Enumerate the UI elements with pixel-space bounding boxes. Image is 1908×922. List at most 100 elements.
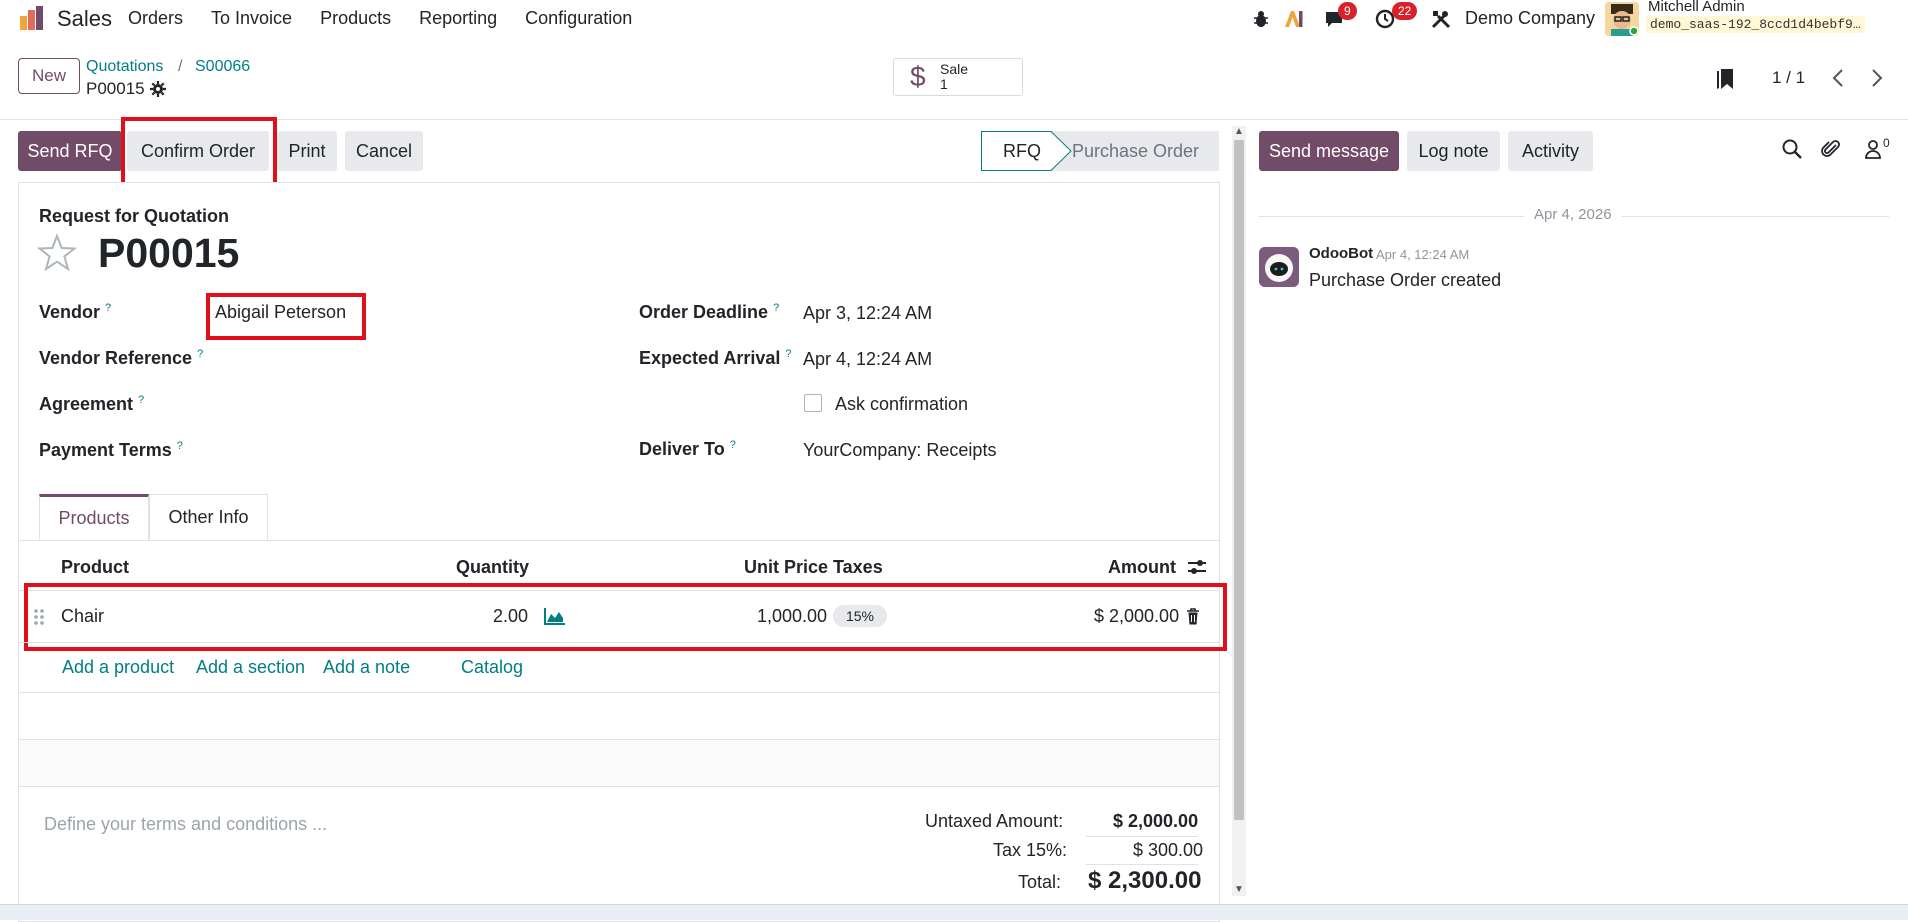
order-deadline-label: Order Deadline ?: [639, 302, 780, 322]
line-quantity[interactable]: 2.00: [493, 606, 528, 627]
help-icon[interactable]: ?: [105, 302, 111, 314]
menu-to-invoice[interactable]: To Invoice: [211, 8, 292, 29]
bug-icon[interactable]: [1250, 8, 1272, 30]
scroll-down-arrow[interactable]: ▼: [1234, 884, 1244, 895]
document-name: P00015: [98, 230, 240, 276]
date-separator: Apr 4, 2026: [1524, 206, 1622, 223]
chevron-left-icon: [1832, 69, 1843, 87]
ai-icon[interactable]: [1283, 8, 1305, 30]
deliver-to-field[interactable]: YourCompany: Receipts: [803, 440, 996, 461]
help-icon[interactable]: ?: [773, 302, 779, 314]
vendor-reference-label: Vendor Reference ?: [39, 348, 204, 368]
empty-row-divider: [19, 786, 1219, 787]
help-icon[interactable]: ?: [730, 439, 736, 451]
app-name[interactable]: Sales: [57, 6, 112, 32]
message-author[interactable]: OdooBot: [1309, 245, 1373, 262]
line-unit-price[interactable]: 1,000.00: [757, 606, 827, 627]
status-rfq[interactable]: RFQ: [1003, 141, 1041, 162]
breadcrumb-sale-order[interactable]: S00066: [195, 58, 250, 76]
empty-row: [19, 740, 1219, 786]
breadcrumb-quotations[interactable]: Quotations: [86, 58, 163, 76]
agreement-label: Agreement ?: [39, 394, 145, 414]
untaxed-amount-label: Untaxed Amount:: [925, 811, 1064, 831]
odoobot-avatar[interactable]: [1259, 247, 1299, 287]
tools-icon[interactable]: [1430, 8, 1452, 30]
menu-reporting[interactable]: Reporting: [419, 8, 497, 29]
forecast-chart-icon[interactable]: [544, 607, 566, 625]
add-product-link[interactable]: Add a product: [62, 657, 174, 678]
help-icon[interactable]: ?: [785, 348, 791, 360]
vendor-label: Vendor ?: [39, 302, 112, 322]
gear-icon[interactable]: [150, 81, 166, 97]
column-product[interactable]: Product: [61, 557, 129, 578]
catalog-link[interactable]: Catalog: [461, 657, 523, 678]
confirm-order-button[interactable]: Confirm Order: [127, 131, 269, 171]
scroll-up-arrow[interactable]: ▲: [1234, 126, 1244, 137]
user-avatar[interactable]: [1605, 2, 1639, 36]
breadcrumb-separator: /: [178, 58, 183, 75]
send-message-button[interactable]: Send message: [1259, 131, 1399, 171]
tax-label: Tax 15%:: [993, 840, 1068, 860]
top-navbar: Sales Orders To Invoice Products Reporti…: [0, 0, 1908, 38]
header-row-divider: [19, 590, 1219, 591]
expected-arrival-label: Expected Arrival ?: [639, 348, 792, 368]
paperclip-icon[interactable]: [1820, 138, 1842, 160]
sale-smart-button[interactable]: $ Sale 1: [893, 58, 1023, 96]
tab-products[interactable]: Products: [39, 494, 149, 540]
terms-and-conditions-field[interactable]: Define your terms and conditions ...: [44, 814, 327, 835]
messages-badge: 9: [1338, 2, 1357, 20]
trash-icon[interactable]: [1186, 608, 1200, 625]
add-note-link[interactable]: Add a note: [323, 657, 410, 678]
pager-value[interactable]: 1 / 1: [1772, 68, 1805, 88]
column-unit-price[interactable]: Unit Price: [744, 557, 828, 578]
activity-button[interactable]: Activity: [1508, 131, 1593, 171]
help-icon[interactable]: ?: [177, 440, 183, 452]
send-rfq-button[interactable]: Send RFQ: [18, 131, 122, 171]
new-button[interactable]: New: [18, 58, 80, 94]
help-icon[interactable]: ?: [138, 394, 144, 406]
tab-other-info[interactable]: Other Info: [149, 494, 268, 540]
menu-orders[interactable]: Orders: [128, 8, 183, 29]
chevron-right-icon: [1872, 69, 1883, 87]
add-section-link[interactable]: Add a section: [196, 657, 305, 678]
search-icon[interactable]: [1781, 138, 1803, 160]
line-tax-tag[interactable]: 15%: [833, 605, 887, 627]
ask-confirmation-label: Ask confirmation: [835, 394, 969, 414]
menu-products[interactable]: Products: [320, 8, 391, 29]
print-button[interactable]: Print: [277, 131, 337, 171]
sales-app-icon[interactable]: [18, 4, 46, 32]
ask-confirmation-checkbox[interactable]: [804, 394, 822, 412]
user-name[interactable]: Mitchell Admin: [1648, 0, 1745, 15]
os-taskbar: [0, 904, 1908, 920]
untaxed-amount-value: $ 2,000.00: [1113, 811, 1199, 831]
column-amount[interactable]: Amount: [1108, 557, 1176, 578]
bookmark-icon[interactable]: [1716, 68, 1734, 90]
totals-divider: [1086, 836, 1198, 837]
pager-previous-button[interactable]: [1821, 62, 1855, 94]
cancel-button[interactable]: Cancel: [345, 131, 423, 171]
message-body: Purchase Order created: [1309, 270, 1502, 290]
smart-button-label: Sale: [940, 61, 969, 77]
column-taxes[interactable]: Taxes: [833, 557, 883, 578]
help-icon[interactable]: ?: [197, 348, 203, 360]
menu-configuration[interactable]: Configuration: [525, 8, 632, 29]
company-switcher[interactable]: Demo Company: [1465, 8, 1595, 29]
log-note-button[interactable]: Log note: [1407, 131, 1500, 171]
dollar-icon: $: [910, 61, 926, 92]
expected-arrival-field[interactable]: Apr 4, 12:24 AM: [803, 349, 932, 370]
status-purchase-order[interactable]: Purchase Order: [1048, 131, 1219, 171]
line-row-divider: [19, 642, 1219, 643]
vendor-field[interactable]: Abigail Peterson: [215, 302, 346, 323]
form-scrollbar-thumb[interactable]: [1234, 140, 1244, 820]
line-product[interactable]: Chair: [61, 606, 104, 627]
activities-badge: 22: [1392, 2, 1418, 20]
drag-handle-icon[interactable]: [33, 607, 45, 627]
order-deadline-field[interactable]: Apr 3, 12:24 AM: [803, 303, 932, 324]
column-quantity[interactable]: Quantity: [456, 557, 529, 578]
star-icon[interactable]: [37, 233, 77, 273]
database-name: demo_saas-192_8ccd1d4bebf9…: [1646, 16, 1865, 33]
pager-next-button[interactable]: [1860, 62, 1894, 94]
deliver-to-label: Deliver To ?: [639, 439, 736, 459]
column-settings-icon[interactable]: [1187, 558, 1207, 576]
followers-icon[interactable]: [1863, 138, 1885, 160]
